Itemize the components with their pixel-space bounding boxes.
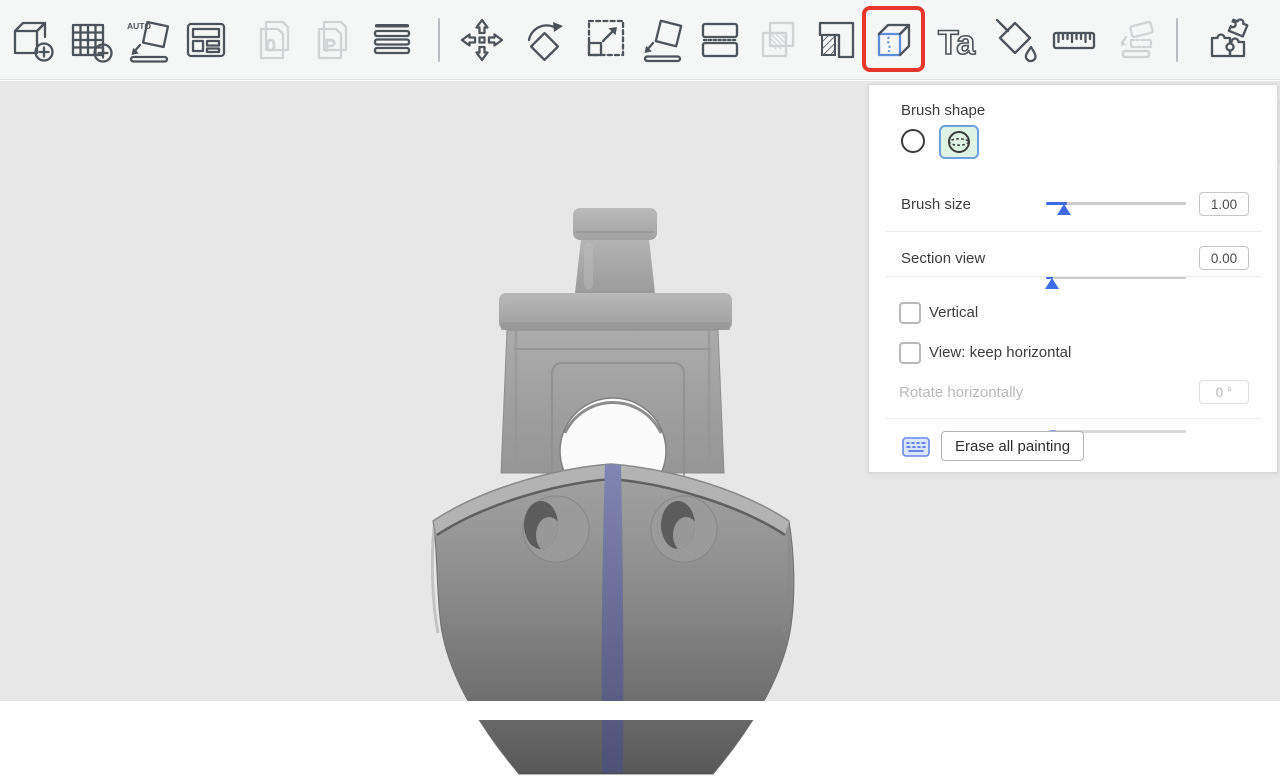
benchy-model[interactable]: [393, 201, 837, 783]
benchy-hawse-hole-right: [651, 496, 717, 562]
toolbar-fill-button[interactable]: [812, 16, 860, 64]
toolbar-text-button[interactable]: Ta: [934, 16, 982, 64]
view-keep-horizontal-checkbox[interactable]: [899, 342, 921, 364]
toolbar-separator: [1176, 18, 1178, 62]
toolbar-move-button[interactable]: [458, 16, 506, 64]
toolbar-boolean-button[interactable]: [754, 16, 802, 64]
bottom-strip: [0, 701, 1280, 720]
section-view-value[interactable]: 0.00: [1199, 246, 1249, 270]
benchy-chimney: [573, 208, 657, 293]
toolbar-add-build-plate-button[interactable]: [66, 16, 114, 64]
seam-painting-icon: [870, 16, 918, 64]
divider: [885, 276, 1261, 277]
vertical-checkbox-label: Vertical: [929, 304, 978, 321]
toolbar-arrange-button[interactable]: [182, 16, 230, 64]
document-0-icon: 0: [252, 16, 300, 64]
svg-text:0: 0: [266, 36, 275, 55]
svg-text:P: P: [325, 36, 336, 55]
toolbar-color-painting-button[interactable]: [992, 16, 1040, 64]
toolbar-rotate-button[interactable]: [522, 16, 570, 64]
brush-shape-label: Brush shape: [901, 102, 985, 119]
main-toolbar: AUTO 0 P: [0, 0, 1280, 80]
fill-icon: [812, 16, 860, 64]
toolbar-split-button[interactable]: [1204, 16, 1252, 64]
toolbar-document-0-button[interactable]: 0: [252, 16, 300, 64]
toolbar-measure-button[interactable]: [1050, 16, 1098, 64]
toolbar-separator: [438, 18, 440, 62]
toolbar-auto-orient-button[interactable]: AUTO: [124, 16, 172, 64]
benchy-hawse-hole-left: [523, 496, 589, 562]
toolbar-place-on-face-button[interactable]: [638, 16, 686, 64]
brush-shape-sphere-option[interactable]: [939, 125, 979, 159]
measure-icon: [1050, 16, 1098, 64]
support-painting-icon: [1114, 16, 1162, 64]
toolbar-cut-button[interactable]: [696, 16, 744, 64]
rotate-icon: [522, 16, 570, 64]
toolbar-support-painting-button[interactable]: [1114, 16, 1162, 64]
painted-seam-stripe[interactable]: [602, 464, 624, 775]
text-icon: Ta: [934, 16, 982, 64]
sphere-brush-icon: [946, 129, 972, 155]
benchy-hull: [432, 464, 794, 775]
layers-icon: [368, 16, 416, 64]
place-on-face-icon: [638, 16, 686, 64]
cut-icon: [696, 16, 744, 64]
toolbar-document-p-button[interactable]: P: [310, 16, 358, 64]
color-painting-icon: [992, 16, 1040, 64]
scale-icon: [580, 16, 628, 64]
erase-all-painting-button[interactable]: Erase all painting: [941, 431, 1084, 461]
svg-text:Ta: Ta: [938, 24, 976, 62]
move-icon: [458, 16, 506, 64]
view-keep-horizontal-label: View: keep horizontal: [929, 344, 1071, 361]
split-icon: [1204, 16, 1252, 64]
boolean-icon: [754, 16, 802, 64]
divider: [885, 231, 1261, 232]
section-view-label: Section view: [901, 250, 985, 267]
keyboard-shortcuts-icon[interactable]: [902, 437, 930, 457]
auto-orient-icon: AUTO: [124, 16, 172, 64]
arrange-icon: [182, 16, 230, 64]
brush-size-slider[interactable]: [1046, 195, 1186, 215]
section-view-slider[interactable]: [1046, 269, 1186, 289]
toolbar-add-model-button[interactable]: [8, 16, 56, 64]
brush-size-label: Brush size: [901, 196, 971, 213]
brush-size-value[interactable]: 1.00: [1199, 192, 1249, 216]
document-p-icon: P: [310, 16, 358, 64]
rotate-horizontally-label: Rotate horizontally: [899, 384, 1023, 401]
add-model-icon: [8, 16, 56, 64]
divider: [885, 418, 1261, 419]
add-build-plate-icon: [66, 16, 114, 64]
brush-shape-circle-option[interactable]: [901, 129, 925, 153]
toolbar-seam-painting-button[interactable]: [870, 16, 918, 64]
toolbar-layers-button[interactable]: [368, 16, 416, 64]
vertical-checkbox[interactable]: [899, 302, 921, 324]
rotate-horizontally-value[interactable]: 0 °: [1199, 380, 1249, 404]
seam-painting-panel: Brush shape Brush size 1.00 Section view…: [868, 84, 1278, 473]
slider-thumb[interactable]: [1057, 204, 1071, 215]
slider-thumb[interactable]: [1045, 278, 1059, 289]
toolbar-scale-button[interactable]: [580, 16, 628, 64]
